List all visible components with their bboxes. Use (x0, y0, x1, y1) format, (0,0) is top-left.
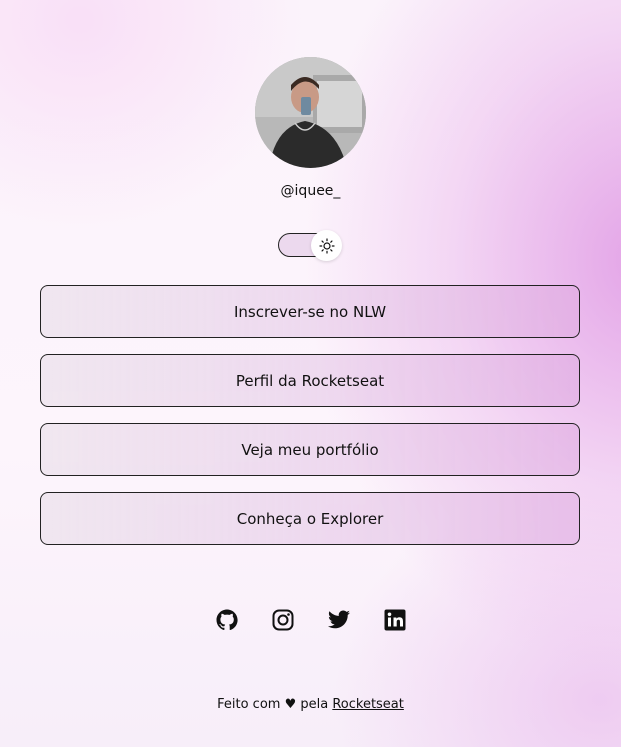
github-link[interactable] (215, 608, 239, 632)
link-button-explorer[interactable]: Conheça o Explorer (40, 492, 580, 545)
link-button-nlw[interactable]: Inscrever-se no NLW (40, 285, 580, 338)
username: @iquee_ (280, 183, 341, 199)
instagram-link[interactable] (271, 608, 295, 632)
sun-icon (318, 237, 335, 254)
footer-rocketseat-link[interactable]: Rocketseat (332, 697, 404, 712)
links-list: Inscrever-se no NLW Perfil da Rocketseat… (40, 285, 580, 561)
twitter-link[interactable] (327, 608, 351, 632)
avatar-photo (255, 57, 366, 168)
linkedin-icon (384, 609, 405, 631)
link-button-portfolio[interactable]: Veja meu portfólio (40, 423, 580, 476)
link-button-rocketseat-profile[interactable]: Perfil da Rocketseat (40, 354, 580, 407)
instagram-icon (272, 609, 293, 631)
social-links (0, 608, 621, 632)
linkedin-link[interactable] (383, 608, 407, 632)
avatar (255, 57, 366, 168)
footer: Feito com ♥ pela Rocketseat (0, 697, 621, 712)
theme-toggle-knob[interactable] (311, 230, 342, 261)
twitter-icon (327, 610, 350, 629)
github-icon (216, 609, 238, 631)
page: @iquee_ Inscrever-se no NLW Perfil da Ro… (0, 0, 621, 747)
footer-text: Feito com ♥ pela (217, 697, 329, 712)
